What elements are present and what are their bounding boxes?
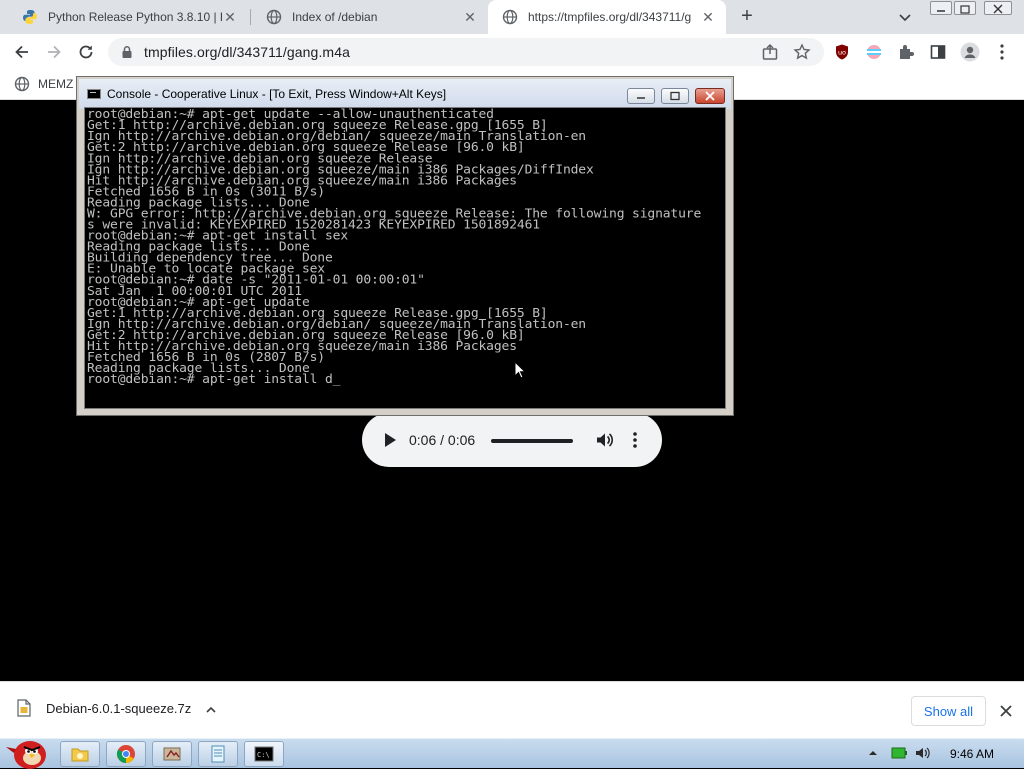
- globe-icon: [14, 76, 30, 92]
- show-all-button[interactable]: Show all: [911, 696, 986, 726]
- app-icon: [163, 747, 181, 761]
- bookmark-label: MEMZ: [38, 77, 74, 91]
- tab-title: Index of /debian: [292, 10, 378, 24]
- console-icon: C:\: [254, 746, 274, 762]
- console-close-button[interactable]: [695, 88, 725, 104]
- extensions-puzzle-icon[interactable]: [896, 42, 916, 62]
- restore-window-button[interactable]: [954, 1, 976, 15]
- folder-icon: [71, 748, 89, 762]
- download-shelf: Debian-6.0.1-squeeze.7z Show all: [0, 681, 1024, 738]
- file-icon: [17, 699, 31, 717]
- mouse-cursor-icon: [514, 361, 526, 379]
- download-filename: Debian-6.0.1-squeeze.7z: [46, 700, 192, 716]
- globe-icon: [266, 9, 282, 25]
- tab-divider: [250, 9, 251, 25]
- notepad-icon: [211, 745, 225, 763]
- address-bar[interactable]: tmpfiles.org/dl/343711/gang.m4a: [108, 38, 824, 66]
- system-tray: [866, 745, 932, 761]
- console-title-bar[interactable]: Console - Cooperative Linux - [To Exit, …: [79, 79, 731, 109]
- share-icon[interactable]: [760, 42, 780, 62]
- browser-toolbar: tmpfiles.org/dl/343711/gang.m4a uo: [0, 34, 1024, 70]
- taskbar-explorer[interactable]: [60, 741, 100, 767]
- reload-button[interactable]: [74, 40, 98, 64]
- tab-tmpfiles[interactable]: https://tmpfiles.org/dl/343711/g ✕: [488, 0, 726, 34]
- chrome-icon: [116, 745, 135, 763]
- audio-player[interactable]: 0:06 / 0:06: [362, 413, 662, 467]
- playback-time: 0:06 / 0:06: [409, 432, 476, 448]
- ublock-extension-icon[interactable]: uo: [832, 42, 852, 62]
- close-tab-icon[interactable]: ✕: [700, 9, 716, 25]
- chevron-up-icon[interactable]: [204, 703, 218, 717]
- taskbar-console[interactable]: C:\: [244, 741, 284, 767]
- extension-icon[interactable]: [864, 42, 884, 62]
- speaker-icon[interactable]: [914, 745, 932, 761]
- tab-index-debian[interactable]: Index of /debian ✕: [252, 0, 488, 34]
- arrow-right-icon: [48, 45, 61, 59]
- tab-title: https://tmpfiles.org/dl/343711/g: [528, 10, 692, 24]
- forward-button[interactable]: [42, 40, 66, 64]
- close-tab-icon[interactable]: ✕: [222, 9, 238, 25]
- tab-strip: Python Release Python 3.8.10 | P ✕ Index…: [0, 0, 1024, 34]
- tab-title: Python Release Python 3.8.10 | P: [48, 10, 222, 24]
- bookmark-memz[interactable]: MEMZ: [14, 76, 73, 92]
- console-minimize-button[interactable]: [627, 88, 655, 104]
- terminal-screen[interactable]: root@debian:~# apt-get update --allow-un…: [84, 107, 726, 409]
- url-text: tmpfiles.org/dl/343711/gang.m4a: [144, 44, 350, 60]
- terminal-output: root@debian:~# apt-get update --allow-un…: [87, 108, 702, 387]
- download-item[interactable]: Debian-6.0.1-squeeze.7z: [16, 699, 191, 717]
- taskbar-notepad[interactable]: [198, 741, 238, 767]
- console-window[interactable]: Console - Cooperative Linux - [To Exit, …: [76, 76, 734, 416]
- tab-search-icon[interactable]: [896, 8, 914, 26]
- close-icon[interactable]: [998, 703, 1014, 719]
- taskbar-app[interactable]: [152, 741, 192, 767]
- profile-avatar-icon[interactable]: [960, 42, 980, 62]
- tab-python-release[interactable]: Python Release Python 3.8.10 | P ✕: [8, 0, 248, 34]
- back-button[interactable]: [10, 40, 34, 64]
- show-hidden-icons-icon[interactable]: [866, 746, 880, 760]
- console-icon: [87, 89, 101, 99]
- svg-text:uo: uo: [838, 49, 846, 57]
- svg-text:C:\: C:\: [257, 751, 270, 759]
- play-icon[interactable]: [383, 432, 397, 448]
- close-window-button[interactable]: [984, 1, 1012, 15]
- minimize-window-button[interactable]: [930, 1, 952, 15]
- reload-icon: [79, 45, 93, 59]
- bookmark-star-icon[interactable]: [792, 42, 812, 62]
- side-panel-icon[interactable]: [928, 42, 948, 62]
- chrome-menu-icon[interactable]: [992, 42, 1012, 62]
- globe-icon: [502, 9, 518, 25]
- taskbar-clock[interactable]: 9:46 AM: [950, 747, 994, 761]
- more-options-icon[interactable]: [630, 430, 640, 450]
- close-tab-icon[interactable]: ✕: [462, 9, 478, 25]
- console-title: Console - Cooperative Linux - [To Exit, …: [107, 87, 447, 101]
- arrow-left-icon: [15, 45, 28, 59]
- python-icon: [22, 9, 38, 25]
- battery-icon[interactable]: [890, 745, 908, 761]
- console-maximize-button[interactable]: [661, 88, 689, 104]
- start-button-icon[interactable]: [4, 733, 48, 769]
- windows-taskbar: C:\ 9:46 AM: [0, 738, 1024, 769]
- taskbar-chrome[interactable]: [106, 741, 146, 767]
- seek-bar[interactable]: [491, 439, 573, 443]
- lock-icon[interactable]: [120, 45, 134, 59]
- new-tab-button[interactable]: +: [736, 6, 758, 28]
- volume-icon[interactable]: [594, 430, 614, 450]
